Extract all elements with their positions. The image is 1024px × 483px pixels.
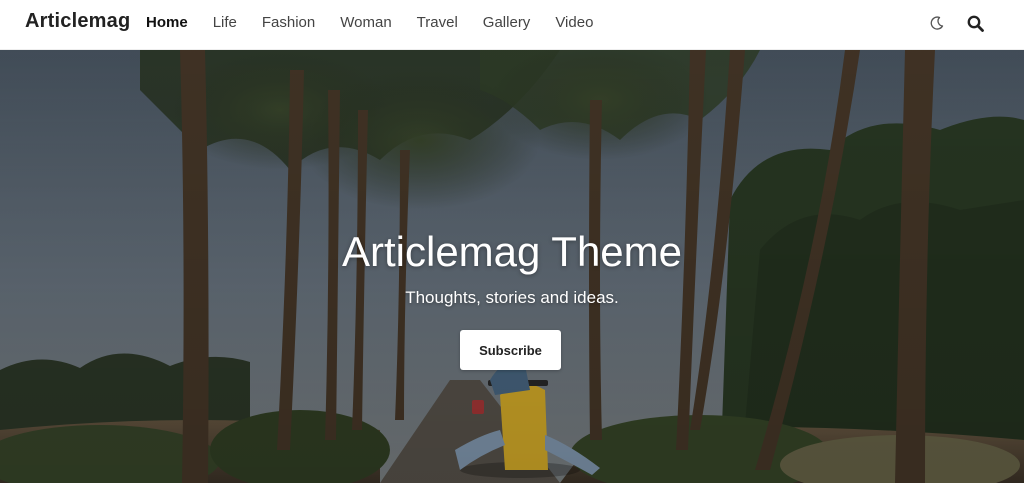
search-icon[interactable] — [966, 14, 984, 32]
hero-tagline: Thoughts, stories and ideas. — [405, 288, 619, 307]
nav-item-travel[interactable]: Travel — [417, 14, 458, 32]
nav-item-gallery[interactable]: Gallery — [483, 14, 531, 32]
nav-item-life[interactable]: Life — [213, 14, 237, 32]
nav-item-fashion[interactable]: Fashion — [262, 14, 315, 32]
hero-title: Articlemag Theme — [341, 228, 683, 275]
header-actions — [928, 14, 984, 32]
nav-item-home[interactable]: Home — [146, 14, 188, 32]
nav-item-video[interactable]: Video — [555, 14, 593, 32]
hero-content: Articlemag Theme Thoughts, stories and i… — [0, 50, 1024, 483]
site-logo[interactable]: Articlemag — [25, 10, 130, 33]
main-nav: Home Life Fashion Woman Travel Gallery V… — [146, 14, 618, 32]
moon-icon[interactable] — [928, 14, 946, 32]
subscribe-button[interactable]: Subscribe — [460, 330, 561, 370]
hero-banner: Articlemag Theme Thoughts, stories and i… — [0, 50, 1024, 483]
nav-item-woman[interactable]: Woman — [340, 14, 391, 32]
site-header: Articlemag Home Life Fashion Woman Trave… — [0, 0, 1024, 50]
